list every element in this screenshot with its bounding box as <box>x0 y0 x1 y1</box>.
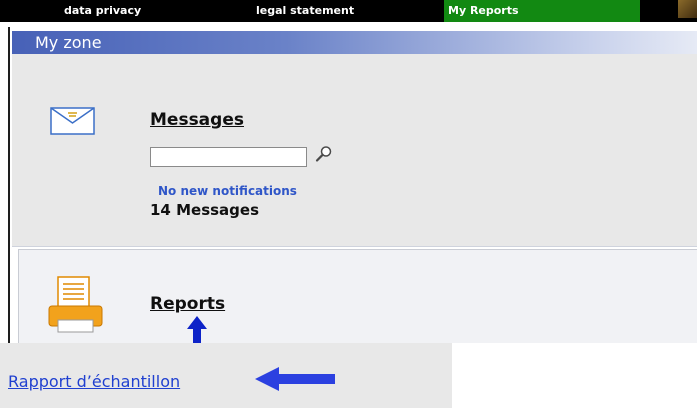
zone-header: My zone <box>12 31 697 54</box>
sample-report-link[interactable]: Rapport d’échantillon <box>8 372 180 391</box>
message-count: 14 Messages <box>150 201 260 219</box>
up-arrow-icon <box>187 316 207 344</box>
reports-panel <box>18 249 697 343</box>
header-image <box>678 0 697 18</box>
panel-divider <box>12 246 697 247</box>
nav-my-reports[interactable]: My Reports <box>444 0 640 22</box>
search-icon[interactable] <box>315 145 333 163</box>
left-divider <box>8 27 10 343</box>
messages-title[interactable]: Messages <box>150 110 244 130</box>
notification-status[interactable]: No new notifications <box>158 184 297 198</box>
printer-icon[interactable] <box>48 276 103 334</box>
reports-title[interactable]: Reports <box>150 294 225 314</box>
messages-search-input[interactable] <box>150 147 307 167</box>
nav-data-privacy[interactable]: data privacy <box>64 0 141 22</box>
top-navigation-bar: data privacy legal statement My Reports <box>0 0 697 22</box>
left-arrow-icon <box>255 367 335 391</box>
envelope-icon[interactable] <box>50 107 95 135</box>
nav-legal-statement[interactable]: legal statement <box>256 0 354 22</box>
messages-panel <box>12 54 697 246</box>
